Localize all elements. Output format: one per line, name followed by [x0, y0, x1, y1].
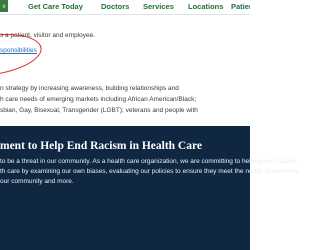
nav-services[interactable]: Services [143, 2, 174, 11]
section-text-line: to be a threat in our community. As a he… [0, 158, 297, 165]
section-text-line: our community and more. [0, 178, 74, 185]
paragraph-line: h care needs of emerging markets includi… [0, 96, 197, 103]
nav-get-care-today[interactable]: Get Care Today [28, 2, 83, 11]
section-heading: ment to Help End Racism in Health Care [0, 140, 202, 152]
top-navigation: e Get Care Today Doctors Services Locati… [0, 0, 250, 15]
paragraph-line: n strategy by increasing awareness, buil… [0, 85, 179, 92]
paragraph-line: sbian, Gay, Bisexual, Transgender (LGBT)… [0, 107, 198, 114]
nav-doctors[interactable]: Doctors [101, 2, 129, 11]
nav-patients[interactable]: Patients [231, 2, 250, 11]
nav-locations[interactable]: Locations [188, 2, 223, 11]
section-text-line: th care by examining our own biases, eva… [0, 168, 299, 175]
site-logo[interactable]: e [0, 0, 8, 12]
